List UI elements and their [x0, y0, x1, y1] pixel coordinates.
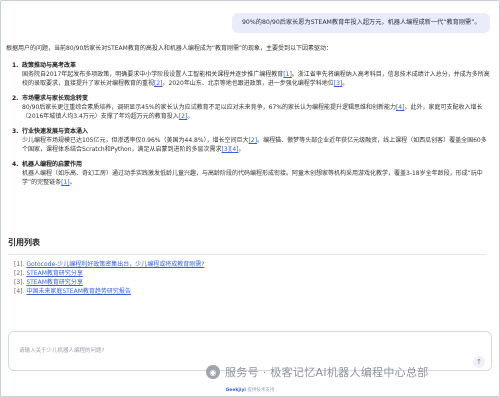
answer-sections: 1. 政策推动与高考改革 国务院自2017年起发布多项政策，明确要求中小学阶段设置人… — [6, 61, 490, 187]
citation-title-link[interactable]: Gotocode-少儿编程利好政策密集出台，少儿编程或将成教育刚需? — [26, 261, 204, 268]
user-query-bubble: 90%的80/90后家长愿为STEAM教育年投入超万元，机器人编程成新一代“教育… — [232, 13, 490, 33]
section-text: 少儿编程市场规模已达105亿元，但渗透率仅0.96%（美国为44.8%），增长空… — [22, 137, 249, 144]
answer-section: 1. 政策推动与高考改革 国务院自2017年起发布多项政策，明确要求中小学阶段设置人… — [6, 61, 490, 88]
section-title: 4. 机器人编程的启蒙作用 — [12, 160, 490, 169]
section-number: 2. — [12, 95, 19, 102]
citation-title-link[interactable]: STEAM教育研究分享 — [26, 270, 83, 277]
section-number: 3. — [12, 128, 19, 135]
section-body: 80/90后家长更注重综合素质培养，调研显示45%的家长认为应试教育不足以应对未… — [22, 103, 490, 121]
answer-section: 2. 市场需求与家长观念转变 80/90后家长更注重综合素质培养，调研显示45%的家… — [6, 94, 490, 121]
citations-divider — [8, 254, 486, 255]
citations-heading: 引用列表 — [8, 238, 40, 247]
citation-link[interactable]: [1] — [283, 71, 292, 78]
section-title-text: 行业快速发展与资本涌入 — [22, 128, 89, 135]
citation-link[interactable]: [2] — [249, 137, 258, 144]
answer-section: 4. 机器人编程的启蒙作用 机器人编程（如乐高、奇幻工房）通过动手实践激发低龄儿童兴… — [6, 160, 490, 187]
answer-section: 3. 行业快速发展与资本涌入 少儿编程市场规模已达105亿元，但渗透率仅0.96%（… — [6, 127, 490, 154]
watermark-text: 服务号 · 极客记忆AI机器人编程中心总部 — [225, 365, 429, 379]
citations-list: [1]. Gotocode-少儿编程利好政策密集出台，少儿编程或将成教育刚需?[… — [14, 260, 484, 296]
section-text: 80/90后家长更注重综合素质培养，调研显示45%的家长认为应试教育不足以应对未… — [22, 104, 396, 111]
section-body: 国务院自2017年起发布多项政策，明确要求中小学阶段设置人工智能相关课程并逐步推… — [22, 70, 490, 88]
citation-title-link[interactable]: 中国未来家庭STEAM教育趋势研究报告 — [26, 288, 131, 295]
section-text: 国务院自2017年起发布多项政策，明确要求中小学阶段设置人工智能相关课程并逐步推… — [22, 71, 284, 78]
footer-text: 提供技术支持 — [247, 388, 275, 393]
section-title-text: 市场需求与家长观念转变 — [22, 95, 89, 102]
section-text: 。 — [342, 80, 349, 87]
section-text: 机器人编程（如乐高、奇幻工房）通过动手实践激发低龄儿童兴趣，与高龄阶段的代码编程… — [22, 170, 483, 186]
citation-index: [2]. — [14, 270, 25, 277]
section-text: 。2020年山东、北京等地也跟进政策，进一步强化编程学科地位 — [162, 80, 334, 87]
citation-title-link[interactable]: STEAM教育研究分享 — [26, 279, 83, 286]
section-title-text: 机器人编程的启蒙作用 — [22, 161, 83, 168]
section-title: 2. 市场需求与家长观念转变 — [12, 94, 490, 103]
wechat-logo-icon: ◉ — [206, 365, 220, 379]
citation-item: [2]. STEAM教育研究分享 — [14, 269, 484, 278]
section-title: 1. 政策推动与高考改革 — [12, 61, 490, 70]
section-text: 。 — [69, 179, 76, 186]
citation-item: [3]. STEAM教育研究分享 — [14, 278, 484, 287]
section-text: 。 — [187, 113, 194, 120]
question-input[interactable] — [17, 344, 421, 358]
answer-intro: 根据用户的问题，当前80/90后家长对STEAM教育的高投入和机器人编程成为“教… — [6, 45, 333, 52]
watermark: ◉ 服务号 · 极客记忆AI机器人编程中心总部 — [206, 363, 429, 381]
citation-link[interactable]: [1] — [61, 179, 70, 186]
citation-index: [3]. — [14, 279, 25, 286]
section-body: 机器人编程（如乐高、奇幻工房）通过动手实践激发低龄儿童兴趣，与高龄阶段的代码编程… — [22, 169, 490, 187]
section-number: 4. — [12, 161, 19, 168]
citation-link[interactable]: [3][4] — [222, 146, 239, 153]
section-number: 1. — [12, 62, 19, 69]
section-body: 少儿编程市场规模已达105亿元，但渗透率仅0.96%（美国为44.8%），增长空… — [22, 136, 490, 154]
citation-index: [1]. — [14, 261, 25, 268]
citation-item: [1]. Gotocode-少儿编程利好政策密集出台，少儿编程或将成教育刚需? — [14, 260, 484, 269]
arrow-up-icon: ↑ — [476, 357, 482, 366]
footer: Geekjiyi 提供技术支持 — [0, 386, 500, 395]
section-text: 。 — [238, 146, 245, 153]
citation-item: [4]. 中国未来家庭STEAM教育趋势研究报告 — [14, 287, 484, 296]
user-query-text: 90%的80/90后家长愿为STEAM教育年投入超万元，机器人编程成新一代“教育… — [242, 19, 481, 26]
send-button[interactable]: ↑ — [473, 356, 485, 368]
section-title: 3. 行业快速发展与资本涌入 — [12, 127, 490, 136]
section-title-text: 政策推动与高考改革 — [22, 62, 77, 69]
answer-content: 根据用户的问题，当前80/90后家长对STEAM教育的高投入和机器人编程成为“教… — [6, 44, 490, 193]
citation-link[interactable]: [2] — [154, 80, 163, 87]
footer-brand: Geekjiyi — [225, 388, 246, 393]
citation-index: [4]. — [14, 288, 25, 295]
